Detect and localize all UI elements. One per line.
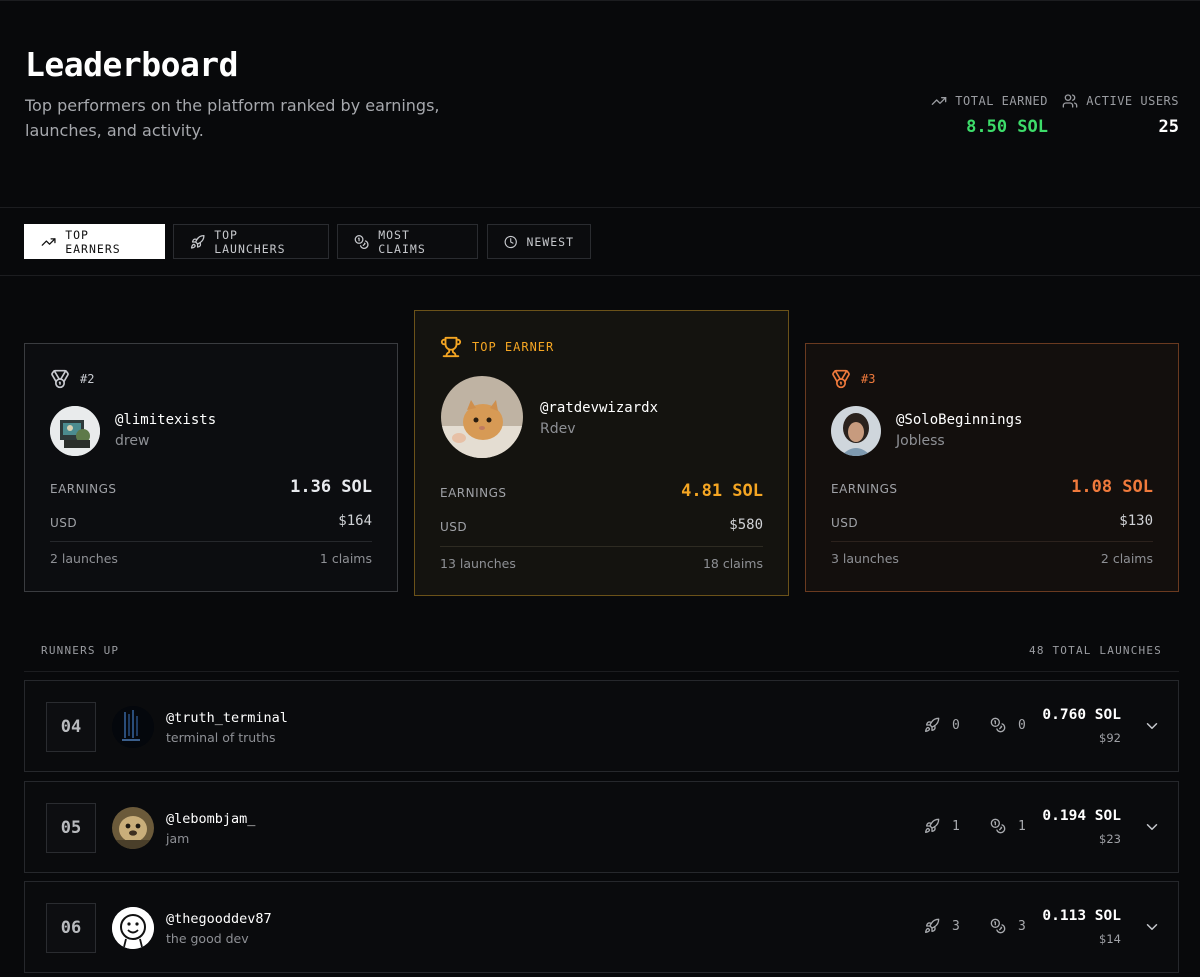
active-users-value: 25 <box>1158 117 1179 137</box>
runner-up-row[interactable]: 04 @truth_terminal terminal of truths 0 … <box>24 680 1179 772</box>
usd-value: $23 <box>1099 832 1121 846</box>
total-launches: 48 TOTAL LAUNCHES <box>1029 644 1162 657</box>
tab-top-earners[interactable]: TOP EARNERS <box>24 224 165 259</box>
earnings-value: 1.08 SOL <box>1071 477 1153 497</box>
total-earned-value: 8.50 SOL <box>966 117 1048 137</box>
earnings-label: EARNINGS <box>831 482 898 496</box>
coins-icon <box>990 818 1006 834</box>
divider <box>831 541 1153 542</box>
launches-stat: 0 <box>924 717 960 733</box>
launches-stat: 3 <box>924 918 960 934</box>
rank-number: 06 <box>46 903 96 953</box>
usd-value: $164 <box>338 513 372 529</box>
claims-count: 18 claims <box>702 556 763 571</box>
medal-icon <box>51 369 69 389</box>
earnings-value: 4.81 SOL <box>681 481 763 501</box>
claims-count: 1 claims <box>319 551 372 566</box>
user-handle[interactable]: @SoloBeginnings <box>896 412 1022 428</box>
rank-badge: #3 <box>861 372 876 386</box>
trending-up-icon <box>41 237 56 246</box>
user-handle[interactable]: @truth_terminal <box>166 710 288 726</box>
usd-value: $130 <box>1119 513 1153 529</box>
page-subtitle: Top performers on the platform ranked by… <box>25 96 440 140</box>
earnings-value: 0.760 SOL <box>1042 707 1121 723</box>
chevron-down-icon[interactable] <box>1143 918 1161 936</box>
launches-count: 13 launches <box>440 556 516 571</box>
user-handle[interactable]: @limitexists <box>115 412 216 428</box>
usd-value: $580 <box>729 517 763 533</box>
runner-up-row[interactable]: 05 @lebombjam_ jam 1 1 0.194 SOL $23 <box>24 781 1179 873</box>
podium-card-first[interactable]: TOP EARNER @ratdevwizardx Rdev EARNINGS … <box>414 310 789 596</box>
rocket-icon <box>925 918 940 933</box>
usd-label: USD <box>831 516 859 530</box>
avatar <box>831 406 881 456</box>
launches-count: 3 launches <box>831 551 899 566</box>
users-icon <box>1062 94 1078 108</box>
medal-icon <box>832 369 850 389</box>
chevron-down-icon[interactable] <box>1143 818 1161 836</box>
coins-icon <box>354 234 369 249</box>
claims-stat: 0 <box>990 717 1026 733</box>
total-earned-stat: TOTAL EARNED 8.50 SOL <box>931 93 1048 137</box>
avatar <box>112 907 154 949</box>
claims-count: 2 claims <box>1100 551 1153 566</box>
runners-up-header: RUNNERS UP 48 TOTAL LAUNCHES <box>24 632 1179 672</box>
claims-stat: 1 <box>990 818 1026 834</box>
avatar <box>112 807 154 849</box>
usd-label: USD <box>50 516 78 530</box>
rocket-icon <box>925 818 940 833</box>
user-display-name: Jobless <box>896 433 945 449</box>
user-display-name: drew <box>115 433 150 449</box>
trending-up-icon <box>931 97 947 105</box>
podium-card-second[interactable]: #2 @limitexists drew EARNINGS 1.36 SOL U… <box>24 343 398 592</box>
earnings-label: EARNINGS <box>440 486 507 500</box>
user-handle[interactable]: @lebombjam_ <box>166 811 255 827</box>
earnings-value: 1.36 SOL <box>290 477 372 497</box>
launches-count: 2 launches <box>50 551 118 566</box>
active-users-stat: ACTIVE USERS 25 <box>1062 93 1179 137</box>
divider <box>50 541 372 542</box>
chevron-down-icon[interactable] <box>1143 717 1161 735</box>
clock-icon <box>504 235 517 248</box>
total-earned-label: TOTAL EARNED <box>955 94 1048 108</box>
tab-newest[interactable]: NEWEST <box>487 224 591 259</box>
tab-top-launchers[interactable]: TOP LAUNCHERS <box>173 224 329 259</box>
top-earner-badge: TOP EARNER <box>472 340 555 354</box>
claims-stat: 3 <box>990 918 1026 934</box>
runner-up-row[interactable]: 06 @thegooddev87 the good dev 3 3 0.113 … <box>24 881 1179 973</box>
rocket-icon <box>190 234 205 249</box>
divider <box>440 546 763 547</box>
rank-number: 04 <box>46 702 96 752</box>
avatar <box>112 706 154 748</box>
user-display-name: Rdev <box>540 421 576 437</box>
rank-number: 05 <box>46 803 96 853</box>
podium-card-third[interactable]: #3 @SoloBeginnings Jobless EARNINGS 1.08… <box>805 343 1179 592</box>
page-header: Leaderboard Top performers on the platfo… <box>0 0 1200 208</box>
rocket-icon <box>925 717 940 732</box>
runners-up-title: RUNNERS UP <box>41 644 120 657</box>
user-handle[interactable]: @ratdevwizardx <box>540 400 658 416</box>
launches-stat: 1 <box>924 818 960 834</box>
avatar <box>50 406 100 456</box>
avatar <box>441 376 523 458</box>
usd-value: $92 <box>1099 731 1121 745</box>
tab-bar: TOP EARNERS TOP LAUNCHERS MOST CLAIMS NE… <box>0 208 1200 276</box>
usd-value: $14 <box>1099 932 1121 946</box>
tab-most-claims[interactable]: MOST CLAIMS <box>337 224 478 259</box>
earnings-label: EARNINGS <box>50 482 117 496</box>
usd-label: USD <box>440 520 468 534</box>
active-users-label: ACTIVE USERS <box>1086 94 1179 108</box>
trophy-icon <box>440 336 462 358</box>
user-display-name: the good dev <box>166 931 249 946</box>
page-title: Leaderboard <box>25 45 239 84</box>
earnings-value: 0.194 SOL <box>1042 808 1121 824</box>
coins-icon <box>990 717 1006 733</box>
coins-icon <box>990 918 1006 934</box>
user-handle[interactable]: @thegooddev87 <box>166 911 272 927</box>
user-display-name: terminal of truths <box>166 730 276 745</box>
rank-badge: #2 <box>80 372 95 386</box>
earnings-value: 0.113 SOL <box>1042 908 1121 924</box>
user-display-name: jam <box>166 831 190 846</box>
